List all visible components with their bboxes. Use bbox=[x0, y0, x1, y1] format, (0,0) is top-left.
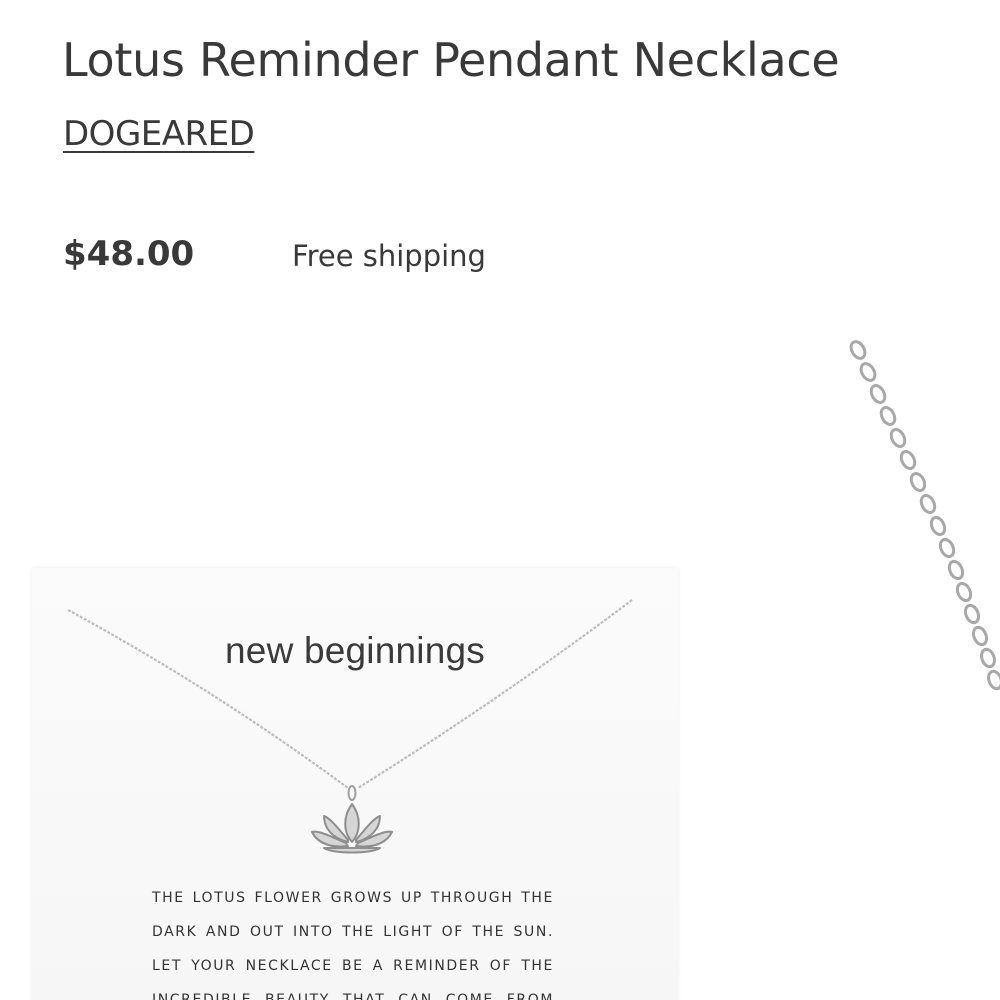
image-gallery[interactable]: new beginnings THE LOTUS FLOWER GROWS UP… bbox=[0, 330, 1000, 1000]
card-message-line: INCREDIBLE BEAUTY THAT CAN COME FROM bbox=[152, 992, 554, 1000]
card-message-line: THE LOTUS FLOWER GROWS UP THROUGH THE bbox=[152, 890, 554, 906]
product-title: Lotus Reminder Pendant Necklace bbox=[62, 33, 840, 87]
product-page: Lotus Reminder Pendant Necklace DOGEARED… bbox=[0, 0, 1000, 1000]
brand-link[interactable]: DOGEARED bbox=[63, 110, 255, 158]
shipping-info: Free shipping bbox=[292, 239, 486, 273]
card-message-line: LET YOUR NECKLACE BE A REMINDER OF THE bbox=[152, 958, 554, 974]
card-message: THE LOTUS FLOWER GROWS UP THROUGH THE DA… bbox=[152, 881, 554, 1000]
product-price: $48.00 bbox=[63, 234, 195, 274]
product-image[interactable]: new beginnings THE LOTUS FLOWER GROWS UP… bbox=[32, 568, 678, 1000]
lotus-pendant-icon bbox=[311, 803, 393, 854]
card-heading: new beginnings bbox=[225, 630, 485, 671]
next-image-preview[interactable] bbox=[840, 340, 1000, 760]
card-message-line: DARK AND OUT INTO THE LIGHT OF THE SUN. bbox=[152, 924, 554, 940]
